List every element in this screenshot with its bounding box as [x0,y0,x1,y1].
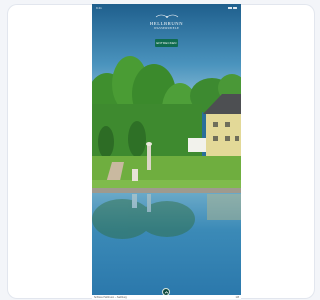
status-bar: 9:41 [92,4,241,12]
brand-header: HELLBRUNN WASSERSPIELE [92,13,241,30]
discover-button[interactable]: ENTDECKEN [155,39,178,47]
brand-subtitle: WASSERSPIELE [153,26,180,30]
status-icons [228,7,237,9]
chevron-up-icon [164,290,168,293]
mobile-screen: 9:41 HELLBRUNN WASSERSPIELE ENTDECKEN Sc… [92,4,241,299]
footer-caption: Schloss Hellbrunn – Salzburg [94,295,127,299]
battery-icon [233,7,237,9]
footer-bar: Schloss Hellbrunn – Salzburg 1/8 [92,295,241,299]
ornament-icon [155,14,178,18]
status-time: 9:41 [96,6,102,10]
right-card [241,4,315,299]
left-card [7,4,92,299]
page: 9:41 HELLBRUNN WASSERSPIELE ENTDECKEN Sc… [0,0,319,300]
footer-page-indicator: 1/8 [235,295,239,299]
hero-photo [92,4,241,299]
signal-icon [228,7,232,9]
